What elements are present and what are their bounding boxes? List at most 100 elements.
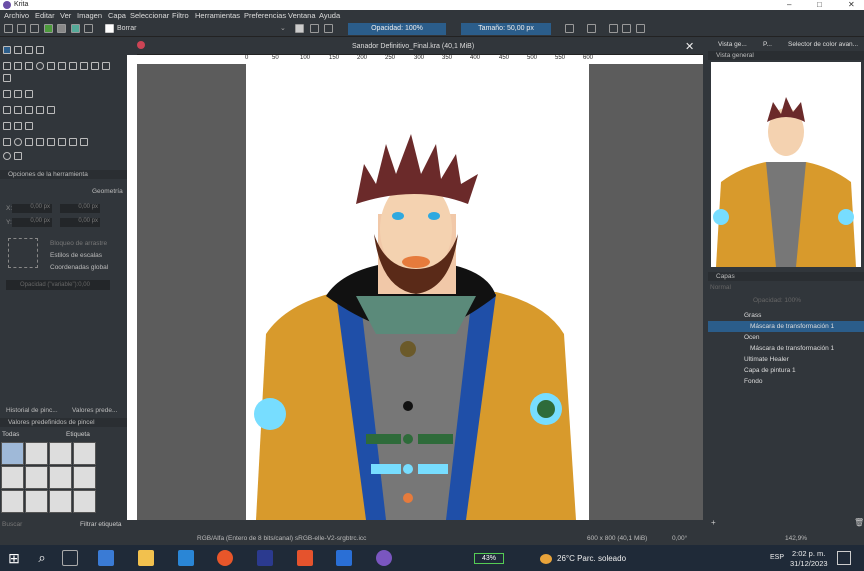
line-tool-icon[interactable] [14,62,22,70]
brush-preset-12[interactable] [73,490,96,513]
brush-tip-icon[interactable] [105,24,114,33]
menu-ventana[interactable]: Ventana [288,11,316,20]
brush-preset-11[interactable] [49,490,72,513]
wrap-icon[interactable] [609,24,618,33]
geometry-tab[interactable]: Geometría [92,188,123,195]
brush-preset-10[interactable] [25,490,48,513]
new-document-icon[interactable] [4,24,13,33]
polyline-tool-icon[interactable] [58,62,66,70]
app-l-icon[interactable] [257,550,273,566]
krita-taskbar-icon[interactable] [376,550,392,566]
file-explorer-icon[interactable] [138,550,154,566]
text-tool-icon[interactable] [14,46,22,54]
brush-presets-tab[interactable]: Valores prede... [72,407,117,414]
reload-preset-icon[interactable] [324,24,333,33]
layer-opacity-slider[interactable]: Opacidad: 100% [753,297,801,304]
gradient-icon[interactable] [44,24,53,33]
store-icon[interactable] [98,550,114,566]
bezier-tool-icon[interactable] [69,62,77,70]
lock-drag-option[interactable]: Bloqueo de arrastre [50,240,107,247]
brush-search-input[interactable]: Buscar [2,521,22,528]
layer-row[interactable]: Máscara de transformación 1 [708,343,864,354]
word-icon[interactable] [336,550,352,566]
brush-preset-2[interactable] [25,442,48,465]
notification-icon[interactable] [837,551,851,565]
ellipse-select-icon[interactable] [14,138,22,146]
save-icon[interactable] [30,24,39,33]
opacity-slider[interactable]: Opacidad: 100% [348,23,446,35]
magnetic-select-icon[interactable] [80,138,88,146]
brush-preset-5[interactable] [1,466,24,489]
freehand-path-icon[interactable] [80,62,88,70]
battery-indicator[interactable]: 43% [474,553,504,564]
polygon-tool-icon[interactable] [47,62,55,70]
weather-text[interactable]: 26°C Parc. soleado [557,554,626,563]
calligraphy-icon[interactable] [36,46,44,54]
assistant-tool-icon[interactable] [3,122,11,130]
brush-tag-select[interactable]: Etiqueta [66,431,90,438]
brush-preset-icon[interactable] [84,24,93,33]
menu-preferencias[interactable]: Preferencias [244,11,286,20]
gradient-tool-icon[interactable] [3,106,11,114]
enclose-fill-icon[interactable] [47,106,55,114]
move-tool-icon[interactable] [14,90,22,98]
overview-thumbnail[interactable] [711,62,861,267]
dynamic-brush-icon[interactable] [91,62,99,70]
close-button[interactable]: ✕ [848,0,855,9]
layer-row[interactable]: Ultimate Healer [708,354,864,365]
color-swatch-icon[interactable] [71,24,80,33]
undo-icon[interactable] [622,24,631,33]
delete-layer-icon[interactable]: 🗑 [854,518,864,527]
open-icon[interactable] [17,24,26,33]
pattern-icon[interactable] [57,24,66,33]
global-coords-option[interactable]: Coordenadas global [50,264,108,271]
transform-tool-icon[interactable] [25,90,33,98]
menu-ayuda[interactable]: Ayuda [319,11,340,20]
alpha-lock-icon[interactable] [310,24,319,33]
brush-tool-icon[interactable] [3,62,11,70]
edit-shape-icon[interactable] [25,46,33,54]
menu-capa[interactable]: Capa [108,11,126,20]
similar-select-icon[interactable] [58,138,66,146]
add-layer-button[interactable]: + [711,518,716,527]
layer-row-selected[interactable]: Máscara de transformación 1 [708,321,864,332]
poly-select-icon[interactable] [25,138,33,146]
menu-imagen[interactable]: Imagen [77,11,102,20]
layer-row[interactable]: Grass [708,310,864,321]
contiguous-select-icon[interactable] [47,138,55,146]
menu-ver[interactable]: Ver [60,11,71,20]
language-indicator[interactable]: ESP [770,554,784,561]
menu-seleccionar[interactable]: Seleccionar [130,11,169,20]
rect-select-icon[interactable] [3,138,11,146]
task-view-icon[interactable] [62,550,78,566]
anchor-grid-icon[interactable] [8,238,38,268]
clock-time[interactable]: 2:02 p. m. [792,549,825,558]
document-title[interactable]: Sanador Definitivo_Final.kra (40,1 MiB) [352,43,474,50]
layer-row[interactable]: Fondo [708,376,864,387]
menu-archivo[interactable]: Archivo [4,11,29,20]
brush-preset-7[interactable] [49,466,72,489]
brush-filter-select[interactable]: Todas [2,431,19,438]
brush-preset-1[interactable] [1,442,24,465]
measure-tool-icon[interactable] [14,122,22,130]
bezier-select-icon[interactable] [69,138,77,146]
mirror-v-icon[interactable] [587,24,596,33]
canvas-paper[interactable] [246,64,589,520]
y-input[interactable]: 0,00 px [12,218,52,227]
colorize-mask-icon[interactable] [25,106,33,114]
menu-editar[interactable]: Editar [35,11,55,20]
rotation-status[interactable]: 0,00° [672,535,687,542]
canvas-area[interactable]: 0 50 100 150 200 250 300 350 400 450 500… [137,55,703,520]
smart-patch-icon[interactable] [3,74,11,82]
brush-preset-9[interactable] [1,490,24,513]
ellipse-tool-icon[interactable] [36,62,44,70]
zoom-status[interactable]: 142,9% [785,535,807,542]
opacity-variable-slider[interactable]: Opacidad ("variable"):0,00 [6,280,110,290]
minimize-button[interactable]: – [787,0,791,9]
clock-date[interactable]: 31/12/2023 [790,559,828,568]
brush-preset-8[interactable] [73,466,96,489]
overview-tab[interactable]: Vista ge... [718,41,747,48]
blend-mode-select[interactable]: Borrar [117,25,136,32]
brave-icon[interactable] [297,550,313,566]
search-icon[interactable]: ⌕ [34,550,50,566]
